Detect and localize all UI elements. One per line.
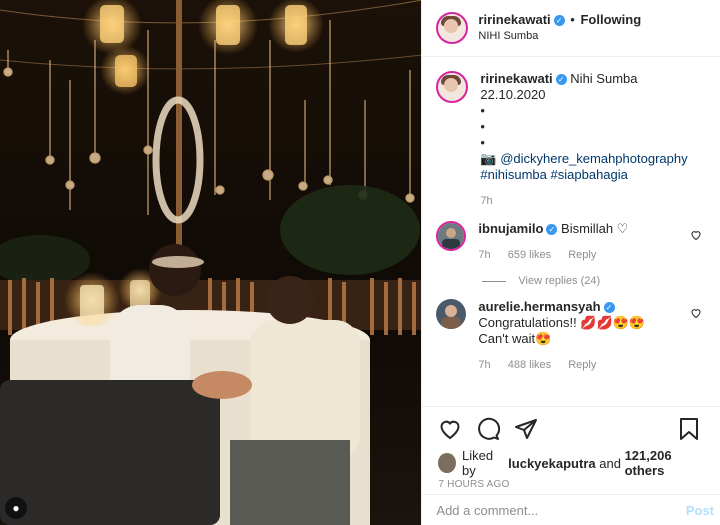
comments-scroll-area[interactable]: ririnekawati ✓ Nihi Sumba 22.10.2020 • • … xyxy=(422,57,720,407)
add-comment-bar: Add a comment... Post xyxy=(422,494,720,525)
comment-text: Congratulations!! 💋💋😍😍 xyxy=(478,315,646,330)
caption-dot: • xyxy=(480,135,485,150)
caption-avatar[interactable] xyxy=(436,71,469,103)
tagged-user-icon[interactable]: ● xyxy=(5,497,27,519)
like-heart-icon[interactable] xyxy=(438,417,462,441)
comment-item: ibnujamilo ✓ Bismillah ♡ 7h 659 likes Rep… xyxy=(422,209,720,263)
post-footer: Liked by luckyekaputra and 121,206 other… xyxy=(422,406,720,525)
replies-divider-line xyxy=(482,280,507,282)
commenter-avatar[interactable] xyxy=(436,299,467,329)
like-comment-heart-icon[interactable] xyxy=(690,307,702,322)
camera-emoji: 📷 xyxy=(480,151,497,166)
like-comment-heart-icon[interactable] xyxy=(690,229,702,244)
comment-body: aurelie.hermansyah ✓ Congratulations!! 💋💋… xyxy=(478,299,706,373)
author-username[interactable]: ririnekawati xyxy=(478,12,550,27)
caption-username[interactable]: ririnekawati xyxy=(480,71,552,86)
view-replies-label: View replies (24) xyxy=(518,275,601,287)
caption-dot: • xyxy=(480,103,485,118)
separator-dot: • xyxy=(570,12,575,27)
share-paper-plane-icon[interactable] xyxy=(514,417,538,441)
hashtag-link[interactable]: #nihisumba xyxy=(480,167,547,182)
post-sidebar: ririnekawati ✓ • Following NIHI Sumba rir… xyxy=(421,0,720,525)
verified-badge-icon: ✓ xyxy=(603,302,615,313)
caption-dot: • xyxy=(480,119,485,134)
commenter-username[interactable]: aurelie.hermansyah xyxy=(478,299,600,314)
post-header: ririnekawati ✓ • Following NIHI Sumba xyxy=(422,0,720,57)
comment-body: ibnujamilo ✓ Bismillah ♡ 7h 659 likes Rep… xyxy=(478,221,706,263)
liker-username[interactable]: luckyekaputra xyxy=(508,456,595,471)
verified-badge-icon: ✓ xyxy=(553,15,565,26)
dinner-scene-image xyxy=(0,0,422,525)
comment-bubble-icon[interactable] xyxy=(476,417,501,441)
verified-badge-icon: ✓ xyxy=(555,74,567,85)
liked-by-prefix: Liked by xyxy=(461,448,494,478)
comment-likes[interactable]: 488 likes xyxy=(508,359,551,371)
view-replies-button[interactable]: View replies (24) xyxy=(482,275,720,287)
post-comment-button[interactable]: Post xyxy=(686,503,714,518)
likes-connector: and xyxy=(599,455,621,471)
verified-badge-icon: ✓ xyxy=(546,224,558,235)
reply-button[interactable]: Reply xyxy=(568,249,596,261)
comment-time: 7h xyxy=(478,249,491,261)
comment-text: Can't wait😍 xyxy=(478,331,552,346)
liker-avatar[interactable] xyxy=(438,453,456,473)
location-link[interactable]: NIHI Sumba xyxy=(478,28,641,44)
caption-time: 7h xyxy=(480,195,493,207)
comment-meta: 7h 659 likes Reply xyxy=(478,247,706,263)
comment-text: Bismillah ♡ xyxy=(561,221,629,236)
reply-button[interactable]: Reply xyxy=(568,359,596,371)
author-avatar[interactable] xyxy=(436,12,469,44)
comment-likes[interactable]: 659 likes xyxy=(508,249,551,261)
comment-meta: 7h 488 likes Reply xyxy=(478,357,706,373)
comment-item: aurelie.hermansyah ✓ Congratulations!! 💋💋… xyxy=(422,287,720,373)
following-button[interactable]: Following xyxy=(580,12,641,27)
likes-others-count[interactable]: 121,206 others xyxy=(625,448,704,478)
hashtag-link[interactable]: #siapbahagia xyxy=(551,167,628,182)
photographer-mention[interactable]: @dickyhere_kemahphotography xyxy=(500,151,687,166)
likes-summary[interactable]: Liked by luckyekaputra and 121,206 other… xyxy=(422,448,720,478)
action-bar xyxy=(422,407,720,451)
instagram-post: ● ririnekawati ✓ • Following NIHI Sumba r… xyxy=(0,0,720,525)
caption: ririnekawati ✓ Nihi Sumba 22.10.2020 • • … xyxy=(422,57,720,209)
comment-time: 7h xyxy=(478,359,491,371)
save-bookmark-icon[interactable] xyxy=(678,417,700,441)
add-comment-input[interactable]: Add a comment... xyxy=(436,503,685,518)
caption-body: ririnekawati ✓ Nihi Sumba 22.10.2020 • • … xyxy=(480,71,706,209)
header-text: ririnekawati ✓ • Following NIHI Sumba xyxy=(478,12,641,44)
post-photo[interactable]: ● xyxy=(0,0,422,525)
commenter-username[interactable]: ibnujamilo xyxy=(478,221,543,236)
commenter-avatar[interactable] xyxy=(436,221,467,251)
